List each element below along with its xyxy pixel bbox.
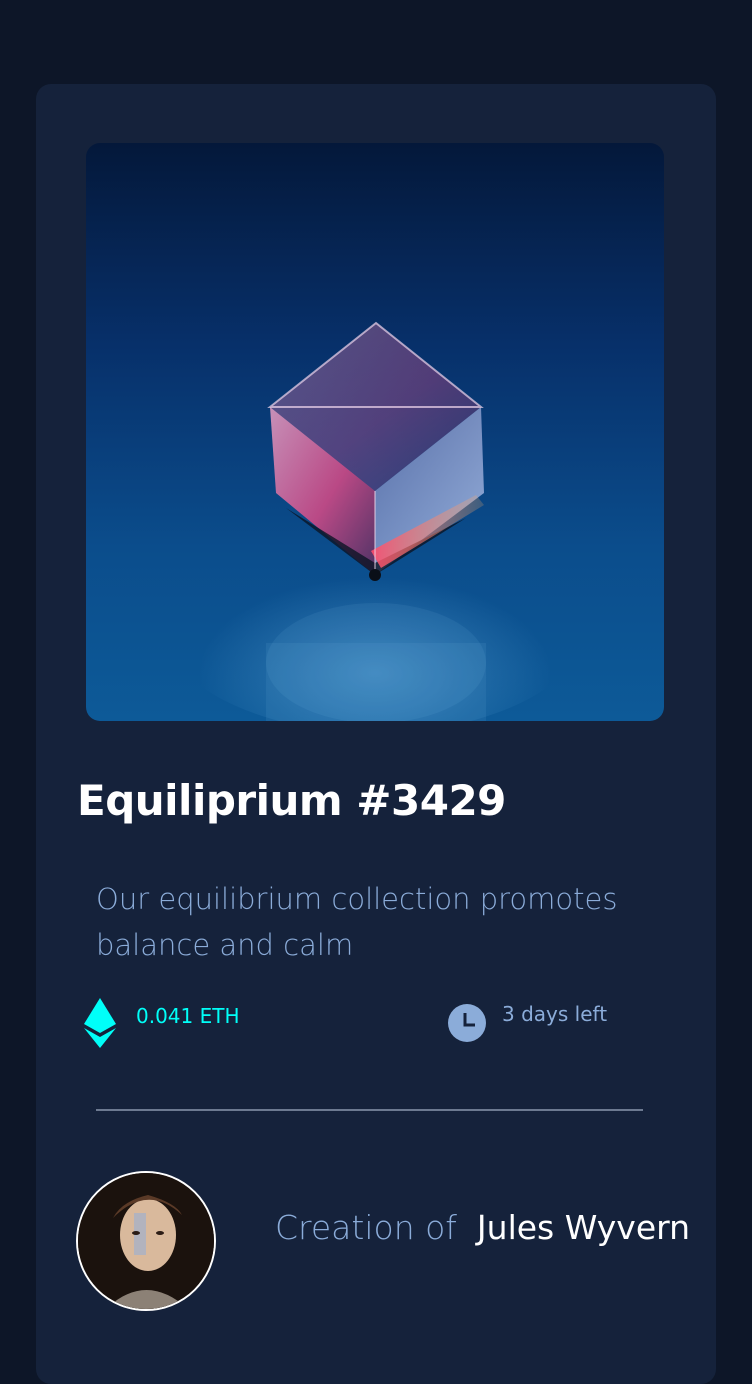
clock-icon (448, 1004, 486, 1042)
creator-label: Creation of (275, 1208, 457, 1247)
nft-preview-card: Equiliprium #3429 Our equilibrium collec… (36, 84, 716, 1384)
time-group: 3 days left (448, 1002, 608, 1042)
nft-description: Our equilibrium collection promotes bala… (96, 882, 618, 962)
creator-attribution: Creation of Jules Wyvern (275, 1208, 690, 1247)
time-left: 3 days left (502, 1002, 608, 1026)
nft-image[interactable] (86, 143, 664, 721)
price-value: 0.041 ETH (136, 1004, 240, 1028)
ethereum-icon (84, 998, 116, 1048)
divider (96, 1109, 643, 1111)
nft-meta: 0.041 ETH 3 days left (84, 998, 644, 1058)
creator-name[interactable]: Jules Wyvern (477, 1208, 690, 1247)
avatar-portrait (78, 1173, 214, 1309)
cube-artwork (155, 321, 595, 721)
price-group: 0.041 ETH (84, 998, 240, 1048)
avatar (76, 1171, 216, 1311)
nft-title[interactable]: Equiliprium #3429 (77, 776, 506, 826)
